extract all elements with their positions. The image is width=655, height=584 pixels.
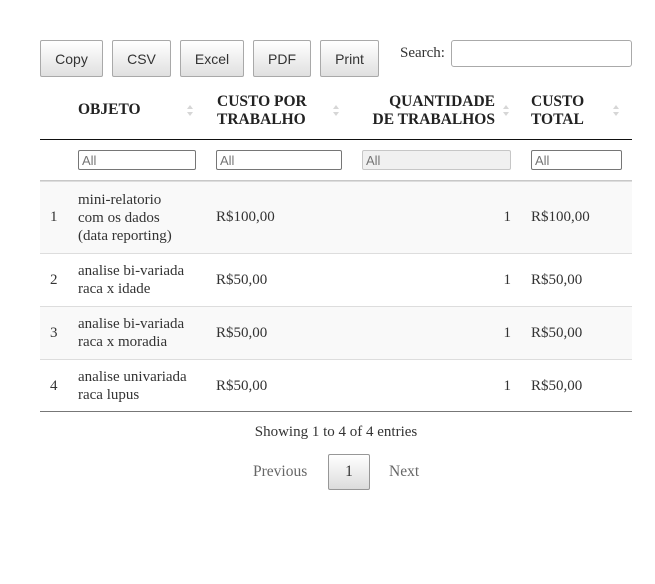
cell-custo-por-trabalho: R$100,00	[216, 209, 275, 225]
table-row[interactable]: 1 mini-relatorio com os dados (data repo…	[40, 181, 632, 253]
column-header-label: TRABALHO	[217, 111, 306, 128]
table-bottom-border	[40, 411, 632, 412]
excel-button[interactable]: Excel	[180, 40, 244, 77]
csv-button[interactable]: CSV	[112, 40, 171, 77]
cell-objeto-line: raca x idade	[78, 281, 151, 297]
cell-objeto-line: analise univariada	[78, 369, 187, 385]
cell-quantidade: 1	[503, 209, 512, 225]
pagination-previous[interactable]: Previous	[253, 463, 307, 481]
column-header-label: QUANTIDADE	[389, 93, 495, 110]
row-index: 3	[50, 325, 58, 341]
cell-quantidade: 1	[503, 325, 512, 341]
row-index: 1	[50, 209, 58, 225]
column-header-label: CUSTO POR	[217, 93, 307, 110]
filter-custo-total[interactable]	[531, 150, 622, 170]
cell-objeto: analise bi-variada raca x idade	[78, 262, 184, 298]
filter-quantidade	[362, 150, 511, 170]
cell-objeto-line: com os dados	[78, 210, 160, 226]
cell-objeto: analise bi-variada raca x moradia	[78, 315, 184, 351]
filter-custo-por-trabalho[interactable]	[216, 150, 342, 170]
column-header-label: CUSTO	[531, 93, 585, 110]
pagination-next[interactable]: Next	[389, 463, 419, 481]
sort-icon[interactable]	[333, 104, 339, 118]
table-row[interactable]: 3 analise bi-variada raca x moradia R$50…	[40, 306, 632, 359]
print-button[interactable]: Print	[320, 40, 379, 77]
cell-custo-por-trabalho: R$50,00	[216, 378, 268, 394]
row-index: 2	[50, 272, 58, 288]
cell-custo-total: R$100,00	[531, 209, 590, 225]
pdf-button[interactable]: PDF	[253, 40, 311, 77]
search-input[interactable]	[451, 40, 632, 67]
column-header-label: OBJETO	[78, 101, 141, 118]
cell-custo-por-trabalho: R$50,00	[216, 325, 268, 341]
column-header-objeto[interactable]: OBJETO	[78, 101, 141, 119]
cell-quantidade: 1	[503, 378, 512, 394]
column-header-custo-por-trabalho[interactable]: CUSTO POR TRABALHO	[217, 93, 307, 129]
table-row[interactable]: 4 analise univariada raca lupus R$50,00 …	[40, 359, 632, 411]
copy-button[interactable]: Copy	[40, 40, 103, 77]
sort-icon[interactable]	[503, 104, 509, 118]
table-row[interactable]: 2 analise bi-variada raca x idade R$50,0…	[40, 253, 632, 306]
header-divider	[40, 139, 632, 140]
sort-icon[interactable]	[187, 104, 193, 118]
column-header-custo-total[interactable]: CUSTO TOTAL	[531, 93, 584, 129]
cell-objeto-line: analise bi-variada	[78, 263, 185, 279]
pagination-page-1[interactable]: 1	[328, 454, 370, 490]
row-index: 4	[50, 378, 58, 394]
table-info: Showing 1 to 4 of 4 entries	[254, 424, 418, 440]
cell-quantidade: 1	[503, 272, 512, 288]
cell-custo-total: R$50,00	[531, 325, 583, 341]
cell-objeto-line: (data reporting)	[78, 228, 172, 244]
cell-custo-por-trabalho: R$50,00	[216, 272, 268, 288]
cell-objeto: analise univariada raca lupus	[78, 368, 187, 404]
sort-icon[interactable]	[613, 104, 619, 118]
cell-objeto-line: analise bi-variada	[78, 316, 185, 332]
search-label: Search:	[400, 45, 445, 61]
cell-custo-total: R$50,00	[531, 378, 583, 394]
column-header-label: DE TRABALHOS	[372, 111, 495, 128]
cell-objeto: mini-relatorio com os dados (data report…	[78, 191, 172, 245]
cell-objeto-line: mini-relatorio	[78, 192, 162, 208]
column-header-label: TOTAL	[531, 111, 584, 128]
cell-custo-total: R$50,00	[531, 272, 583, 288]
cell-objeto-line: raca x moradia	[78, 334, 168, 350]
cell-objeto-line: raca lupus	[78, 387, 140, 403]
column-header-quantidade[interactable]: QUANTIDADE DE TRABALHOS	[362, 93, 495, 129]
filter-objeto[interactable]	[78, 150, 196, 170]
